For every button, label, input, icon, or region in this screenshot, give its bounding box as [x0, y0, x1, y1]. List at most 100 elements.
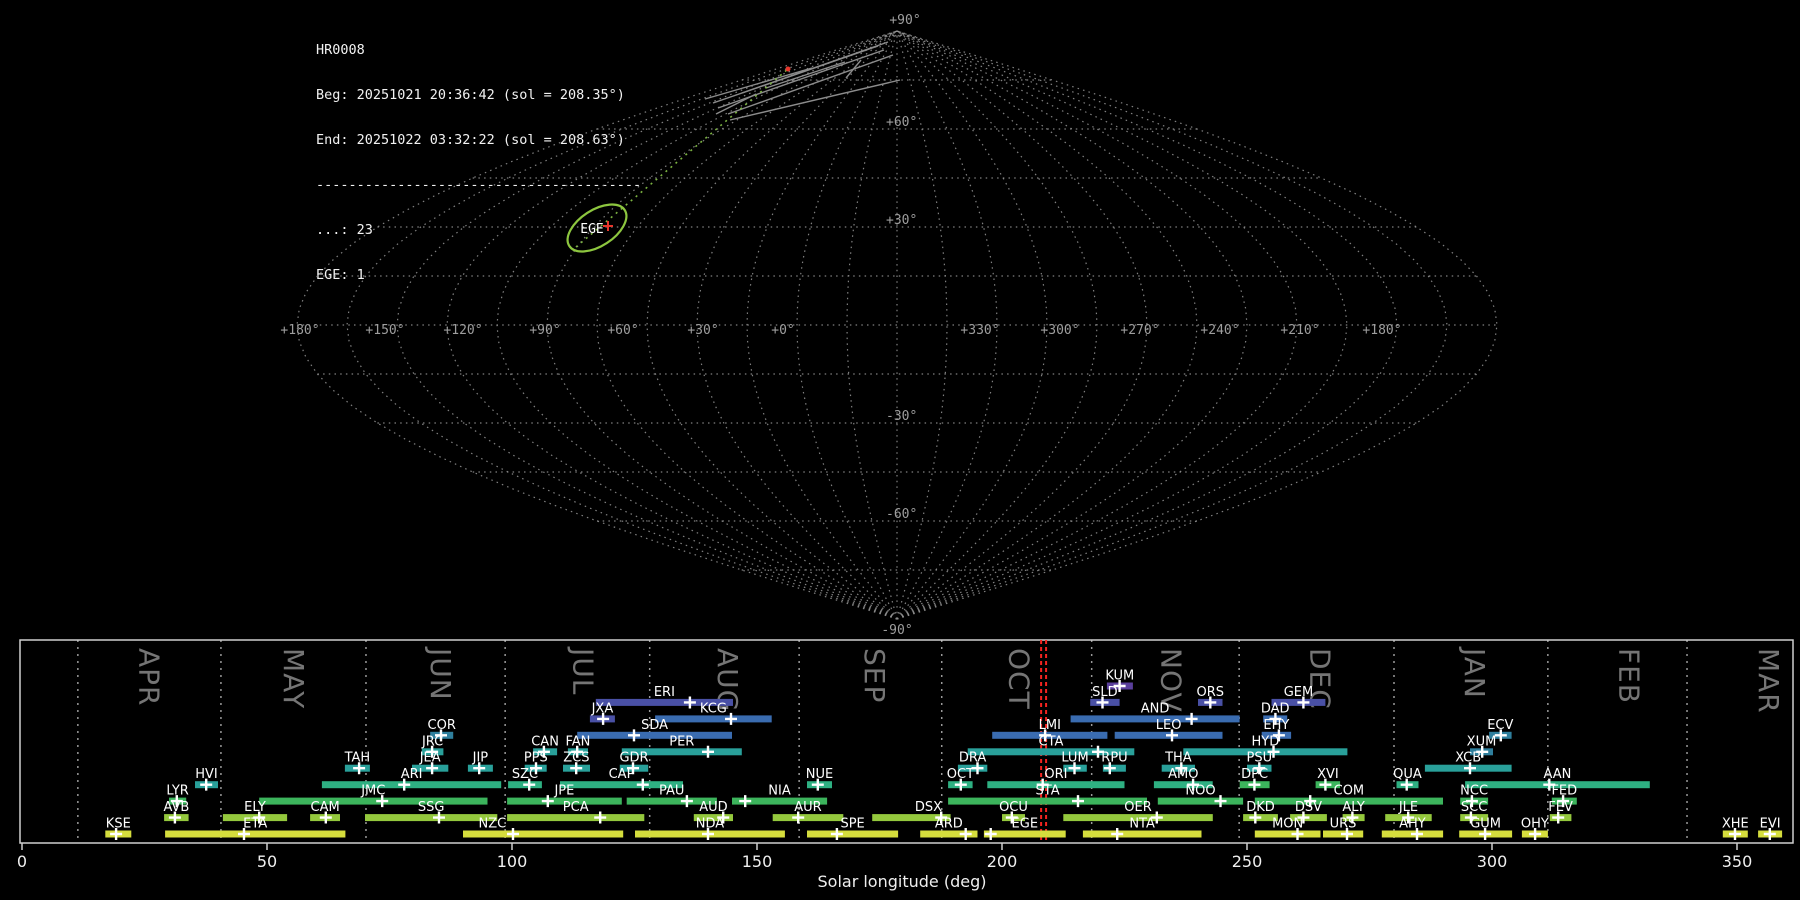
shower-activity-bar: [463, 831, 623, 838]
shower-code-label: ERI: [654, 685, 675, 700]
longitude-label: +240°: [1200, 323, 1239, 338]
shower-code-label: NCC: [1460, 784, 1488, 799]
longitude-label: +330°: [960, 323, 999, 338]
shower-code-label: SCC: [1461, 800, 1487, 815]
shower-code-label: LEO: [1156, 718, 1182, 733]
shower-code-label: LMI: [1039, 718, 1061, 733]
shower-code-label: URS: [1330, 817, 1357, 832]
shower-activity-bar: [365, 814, 497, 821]
shower-code-label: PAU: [659, 784, 684, 799]
shower-code-label: ALY: [1342, 800, 1364, 815]
shower-activity-bar: [1255, 831, 1321, 838]
meteor-trail: [742, 42, 888, 93]
shower-code-label: DSX: [915, 800, 942, 815]
latitude-label: +30°: [886, 213, 917, 228]
shower-code-label: NOO: [1185, 784, 1215, 799]
shower-code-label: FED: [1551, 784, 1577, 799]
longitude-label: +60°: [607, 323, 638, 338]
x-tick-label: 100: [497, 852, 528, 871]
x-tick-label: 150: [742, 852, 773, 871]
sky-map: EGE+90°-90°+60°+30°-30°-60°+180°+150°+12…: [280, 13, 1497, 638]
peak-marker: [1072, 795, 1084, 807]
trail-begin-dot: [786, 67, 791, 72]
x-tick-label: 200: [987, 852, 1018, 871]
longitude-label: +30°: [687, 323, 718, 338]
shower-code-label: GEM: [1284, 685, 1314, 700]
x-axis-title: Solar longitude (deg): [818, 872, 987, 891]
graticule-meridian: [797, 31, 897, 619]
longitude-label: +210°: [1280, 323, 1319, 338]
longitude-label: +300°: [1040, 323, 1079, 338]
shower-code-label: TAH: [344, 751, 371, 766]
shower-code-label: PCA: [563, 800, 589, 815]
peak-marker: [594, 812, 606, 824]
peak-marker: [637, 779, 649, 791]
shower-activity-bar: [165, 831, 345, 838]
shower-code-label: XCB: [1455, 751, 1481, 766]
month-label: JUL: [566, 646, 599, 695]
peak-marker: [739, 795, 751, 807]
x-tick-label: 300: [1477, 852, 1508, 871]
shower-code-label: CAP: [609, 767, 635, 782]
meteor-trail: [730, 80, 900, 120]
peak-marker: [628, 729, 640, 741]
longitude-label: +90°: [529, 323, 560, 338]
x-tick-label: 50: [257, 852, 277, 871]
radiant-drift-trail: [576, 69, 788, 247]
shower-code-label: ORI: [1044, 767, 1067, 782]
shower-code-label: SZC: [512, 767, 538, 782]
month-label: FEB: [1612, 648, 1645, 704]
shower-code-label: OCU: [999, 800, 1028, 815]
peak-marker: [985, 828, 997, 840]
shower-code-label: HYD: [1252, 734, 1280, 749]
shower-activity-bar: [259, 798, 487, 805]
shower-code-label: FEV: [1548, 800, 1573, 815]
meteor-observation-summary: HR0008 Beg: 20251021 20:36:42 (sol = 208…: [0, 0, 1800, 900]
peak-marker: [702, 746, 714, 758]
shower-code-label: NZC: [479, 817, 507, 832]
longitude-label: +180°: [280, 323, 319, 338]
shower-activity-bar: [1158, 798, 1243, 805]
plot-canvas: EGE+90°-90°+60°+30°-30°-60°+180°+150°+12…: [0, 0, 1800, 900]
shower-code-label: DKD: [1246, 800, 1275, 815]
shower-code-label: KSE: [106, 817, 131, 832]
shower-code-label: ARD: [935, 817, 963, 832]
shower-code-label: DSV: [1295, 800, 1322, 815]
latitude-label: -30°: [886, 409, 917, 424]
shower-code-label: AND: [1141, 701, 1170, 716]
shower-code-label: NIA: [768, 784, 791, 799]
shower-activity-bar: [948, 798, 1147, 805]
shower-code-label: AAN: [1543, 767, 1571, 782]
shower-code-label: ETA: [243, 817, 267, 832]
pole-label-south: -90°: [881, 623, 912, 638]
shower-code-label: NUE: [806, 767, 833, 782]
shower-code-label: ELY: [244, 800, 266, 815]
shower-code-label: KCG: [700, 701, 727, 716]
peak-marker: [1111, 828, 1123, 840]
shower-code-label: SSG: [418, 800, 445, 815]
shower-activity-bar: [807, 831, 898, 838]
peak-marker: [1215, 795, 1227, 807]
shower-code-label: NTA: [1129, 817, 1155, 832]
shower-activity-timeline: APRMAYJUNJULAUGSEPOCTNOVDECJANFEBMARKUME…: [17, 640, 1793, 891]
shower-code-label: CTA: [1039, 734, 1064, 749]
shower-activity-bar: [773, 814, 844, 821]
pole-label-north: +90°: [889, 13, 920, 28]
shower-activity-bar: [577, 732, 732, 739]
x-tick-label: 250: [1232, 852, 1263, 871]
longitude-label: +120°: [443, 323, 482, 338]
shower-code-label: RPU: [1101, 751, 1127, 766]
month-label: APR: [133, 648, 166, 707]
shower-code-label: COM: [1334, 784, 1365, 799]
shower-code-label: OER: [1124, 800, 1151, 815]
shower-code-label: STA: [1036, 784, 1060, 799]
shower-activity-bar: [507, 814, 644, 821]
shower-code-label: JPE: [553, 784, 574, 799]
shower-code-label: SLD: [1092, 685, 1118, 700]
month-label: MAR: [1752, 648, 1785, 714]
shower-activity-bar: [322, 781, 501, 788]
month-label: JAN: [1458, 646, 1491, 699]
shower-code-label: EHY: [1263, 718, 1289, 733]
longitude-label: +150°: [365, 323, 404, 338]
peak-marker: [684, 696, 696, 708]
